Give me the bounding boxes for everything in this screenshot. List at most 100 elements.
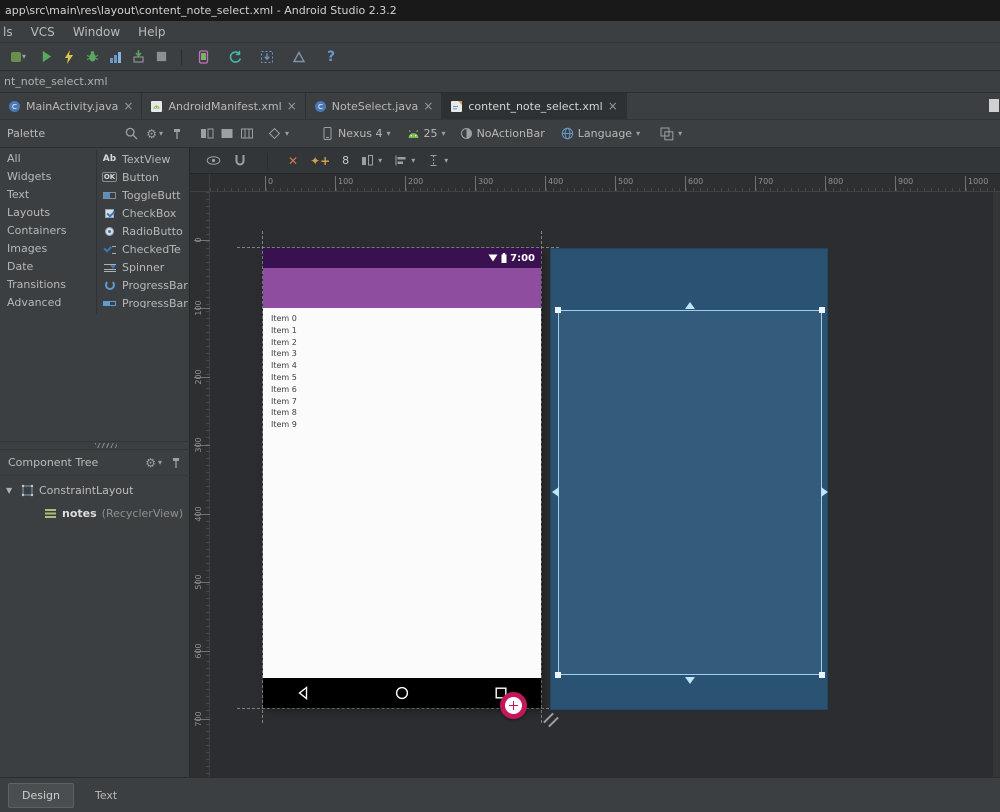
toolbar-separator — [181, 49, 182, 65]
close-icon[interactable]: × — [123, 100, 133, 112]
palette-category-layouts[interactable]: Layouts — [0, 204, 96, 222]
palette-item-label: CheckBox — [122, 207, 176, 220]
close-icon[interactable]: × — [287, 100, 297, 112]
canvas-scrollbar[interactable] — [993, 192, 1000, 777]
ruler-label: 400 — [545, 176, 563, 191]
orientation-selector[interactable]: ▾ — [268, 127, 289, 140]
default-margin-value[interactable]: 8 — [342, 154, 349, 167]
tab-androidmanifest[interactable]: AndroidManifest.xml × — [142, 93, 305, 119]
autoconnect-icon[interactable] — [233, 154, 247, 167]
design-preview[interactable]: 7:00 Item 0 Item 1 Item 2 Item 3 Item 4 … — [263, 248, 541, 708]
apply-changes-icon[interactable] — [58, 45, 80, 69]
build-icon[interactable] — [286, 45, 312, 69]
palette-category-containers[interactable]: Containers — [0, 222, 96, 240]
run-config-icon[interactable]: ▾ — [2, 45, 34, 69]
blueprint-mode-icon[interactable] — [240, 127, 254, 140]
constraint-anchor-bottom[interactable] — [685, 677, 695, 684]
avd-manager-icon[interactable] — [190, 45, 216, 69]
palette-item-progressbar-horizontal[interactable]: ProgressBar — [97, 294, 190, 308]
tab-mainactivity[interactable]: C MainActivity.java × — [0, 93, 142, 119]
resize-handle-topleft[interactable] — [555, 307, 561, 313]
profiler-icon[interactable] — [104, 45, 126, 69]
ruler-label: 200 — [405, 176, 423, 191]
menu-help[interactable]: Help — [129, 25, 174, 39]
palette-category-text[interactable]: Text — [0, 186, 96, 204]
pack-selector[interactable]: ▾ — [361, 154, 382, 167]
infer-constraints-icon[interactable]: ✦+ — [310, 155, 330, 167]
menu-tools[interactable]: ls — [0, 25, 22, 39]
debug-icon[interactable] — [81, 45, 103, 69]
device-selector[interactable]: Nexus 4 ▾ — [321, 127, 391, 140]
palette-category-advanced[interactable]: Advanced — [0, 294, 96, 312]
palette-category-all[interactable]: All — [0, 150, 96, 168]
search-icon[interactable] — [125, 127, 138, 140]
resize-handle-bottomright[interactable] — [819, 672, 825, 678]
menu-vcs[interactable]: VCS — [22, 25, 64, 39]
palette-item-radiobutton[interactable]: RadioButto — [97, 222, 190, 240]
palette-item-button[interactable]: OK Button — [97, 168, 190, 186]
tab-noteselect[interactable]: C NoteSelect.java × — [306, 93, 443, 119]
constraint-anchor-right[interactable] — [821, 487, 828, 497]
blueprint-view[interactable] — [550, 248, 828, 710]
sync-project-icon[interactable] — [222, 45, 248, 69]
close-icon[interactable]: × — [608, 100, 618, 112]
design-blueprint-mode-icon[interactable] — [200, 127, 214, 140]
constraint-anchor-top[interactable] — [685, 302, 695, 309]
clear-constraints-icon[interactable]: ✕ — [288, 155, 298, 167]
align-selector[interactable]: ▾ — [394, 154, 415, 167]
progressbar-icon — [101, 278, 118, 292]
palette-category-widgets[interactable]: Widgets — [0, 168, 96, 186]
attach-debugger-icon[interactable] — [127, 45, 149, 69]
layout-variant-selector[interactable]: ▾ — [660, 127, 682, 141]
progressbar-horizontal-icon — [101, 296, 118, 308]
tab-text-mode[interactable]: Text — [82, 784, 130, 807]
guidelines-selector[interactable]: ▾ — [427, 154, 448, 167]
resize-handle-bottomleft[interactable] — [555, 672, 561, 678]
chevron-down-icon: ▾ — [678, 130, 682, 138]
palette-category-transitions[interactable]: Transitions — [0, 276, 96, 294]
close-icon[interactable]: × — [423, 100, 433, 112]
ruler-label: 600 — [685, 176, 703, 191]
breadcrumb-path[interactable]: nt_note_select.xml — [4, 75, 108, 88]
tab-content-note-select[interactable]: content_note_select.xml × — [442, 93, 626, 119]
api-version-selector[interactable]: 25 ▾ — [407, 127, 446, 140]
tree-item-constraintlayout[interactable]: ▼ ConstraintLayout — [0, 479, 190, 501]
resize-handle-topright[interactable] — [819, 307, 825, 313]
tree-item-id: notes — [62, 507, 97, 520]
palette-item-label: Button — [122, 171, 159, 184]
palette-item-checkbox[interactable]: CheckBox — [97, 204, 190, 222]
help-icon[interactable]: ? — [318, 45, 344, 69]
phone-app-bar[interactable] — [263, 268, 541, 308]
component-tree-settings[interactable]: ⚙ ▾ — [145, 457, 162, 469]
constraint-anchor-left[interactable] — [552, 487, 559, 497]
menu-window[interactable]: Window — [64, 25, 129, 39]
theme-selector[interactable]: NoActionBar — [460, 127, 545, 140]
language-selector[interactable]: Language ▾ — [561, 127, 640, 140]
tree-expand-icon[interactable]: ▼ — [6, 486, 16, 495]
sdk-manager-icon[interactable] — [254, 45, 280, 69]
selected-recyclerview-blueprint[interactable] — [558, 310, 822, 675]
fab-add-button[interactable] — [500, 692, 527, 719]
palette-settings[interactable]: ⚙ ▾ — [146, 128, 163, 140]
run-icon[interactable] — [35, 45, 57, 69]
pin-icon[interactable] — [170, 457, 182, 469]
tab-design-mode[interactable]: Design — [8, 783, 74, 808]
wifi-icon — [488, 254, 498, 262]
palette-item-togglebutton[interactable]: ToggleButt — [97, 186, 190, 204]
palette-category-images[interactable]: Images — [0, 240, 96, 258]
palette-item-checkedtextview[interactable]: CheckedTe — [97, 240, 190, 258]
tree-item-notes-recyclerview[interactable]: notes (RecyclerView) — [0, 503, 190, 523]
design-mode-icon[interactable] — [220, 127, 234, 140]
stop-icon[interactable] — [150, 45, 172, 69]
orientation-icon — [268, 127, 281, 140]
pin-icon[interactable] — [171, 128, 183, 140]
panel-splitter[interactable] — [0, 441, 190, 450]
palette-category-date[interactable]: Date — [0, 258, 96, 276]
show-constraints-icon[interactable] — [206, 155, 221, 166]
breadcrumb: nt_note_select.xml — [0, 71, 1000, 93]
recyclerview-preview[interactable]: Item 0 Item 1 Item 2 Item 3 Item 4 Item … — [263, 308, 541, 678]
palette-item-progressbar[interactable]: ProgressBar — [97, 276, 190, 294]
tab-scrollbar-thumb[interactable] — [989, 99, 999, 112]
palette-item-spinner[interactable]: Spinner — [97, 258, 190, 276]
palette-item-textview[interactable]: Ab TextView — [97, 150, 190, 168]
